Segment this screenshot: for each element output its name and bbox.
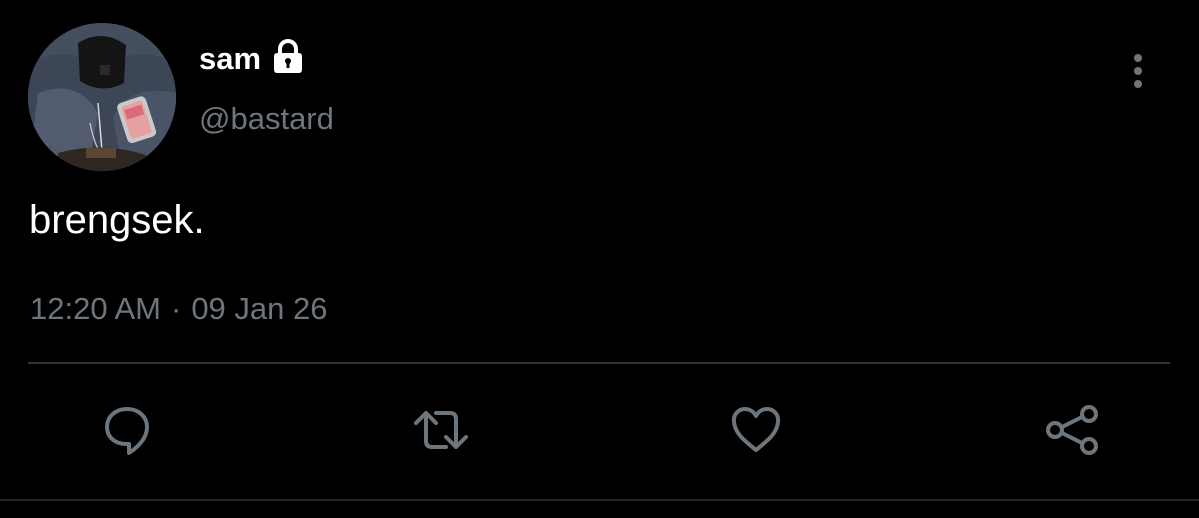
reply-button[interactable]: [92, 395, 162, 465]
heart-icon: [731, 407, 781, 452]
avatar-image: [28, 23, 176, 171]
retweet-button[interactable]: [406, 395, 476, 465]
share-icon: [1046, 405, 1098, 455]
like-button[interactable]: [721, 395, 791, 465]
retweet-icon: [414, 411, 468, 449]
more-options-icon[interactable]: [1122, 50, 1154, 92]
lock-icon: [271, 39, 305, 75]
tweet-timestamp[interactable]: 12:20 AM · 09 Jan 26: [30, 289, 327, 329]
divider-top: [28, 362, 1170, 364]
name-row: sam: [199, 38, 305, 80]
display-name[interactable]: sam: [199, 38, 261, 80]
user-handle[interactable]: @bastard: [199, 99, 334, 139]
tweet-time: 12:20 AM: [30, 291, 161, 326]
avatar[interactable]: [28, 23, 176, 171]
reply-icon: [105, 407, 149, 455]
share-button[interactable]: [1036, 395, 1106, 465]
action-bar: [0, 395, 1199, 465]
tweet-card: sam @bastard brengsek. 12:20 AM · 09 Jan…: [0, 0, 1199, 518]
tweet-text: brengsek.: [29, 198, 205, 242]
tweet-date: 09 Jan 26: [191, 291, 328, 326]
divider-bottom: [0, 499, 1199, 501]
timestamp-separator: ·: [170, 291, 182, 326]
